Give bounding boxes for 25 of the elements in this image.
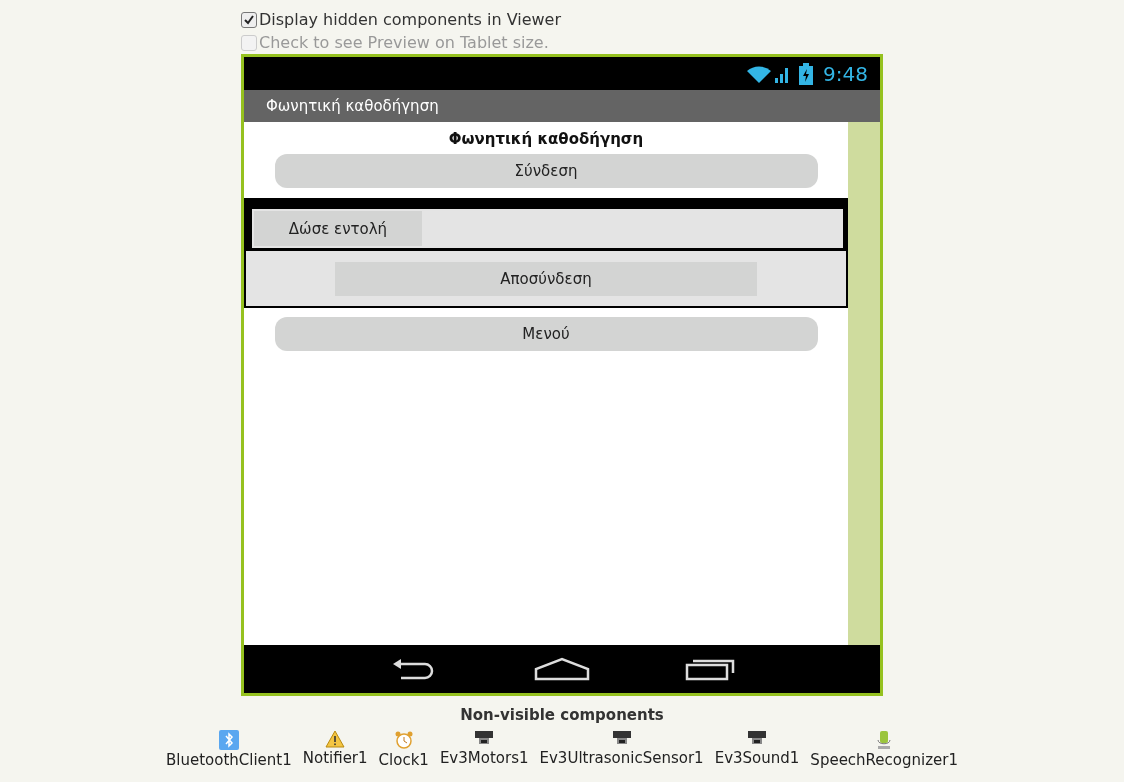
status-time: 9:48 (823, 61, 868, 86)
screen-title: Φωνητική καθοδήγηση (266, 97, 439, 115)
disconnect-button[interactable]: Αποσύνδεση (335, 261, 757, 296)
alarm-clock-icon (393, 730, 414, 750)
app-button[interactable]: Μενού (274, 317, 818, 351)
component-label: Ev3Sound1 (714, 749, 800, 767)
signal-icon (745, 63, 790, 84)
app-button[interactable]: Σύνδεση (274, 154, 818, 188)
checkmark-icon (244, 14, 254, 25)
option-checkbox[interactable]: Display hidden components in Viewer (241, 10, 883, 29)
warning-icon (325, 730, 346, 748)
component-label: Ev3UltrasonicSensor1 (539, 749, 704, 767)
component-label: Ev3Motors1 (439, 749, 529, 767)
command-button[interactable]: Δώσε εντολή (254, 211, 422, 246)
battery-icon (799, 62, 814, 85)
component-label: BluetoothClient1 (165, 751, 292, 769)
home-icon[interactable] (534, 657, 590, 681)
bluetooth-icon (218, 730, 239, 750)
heading-label: Φωνητική καθοδήγηση (448, 130, 644, 148)
component-label: SpeechRecognizer1 (810, 751, 959, 769)
component-label: Notifier1 (302, 749, 368, 767)
recent-apps-icon[interactable] (685, 657, 735, 681)
section-title: Non-visible components (460, 706, 664, 724)
component-label: Clock1 (378, 751, 429, 769)
microphone-icon (875, 730, 894, 750)
